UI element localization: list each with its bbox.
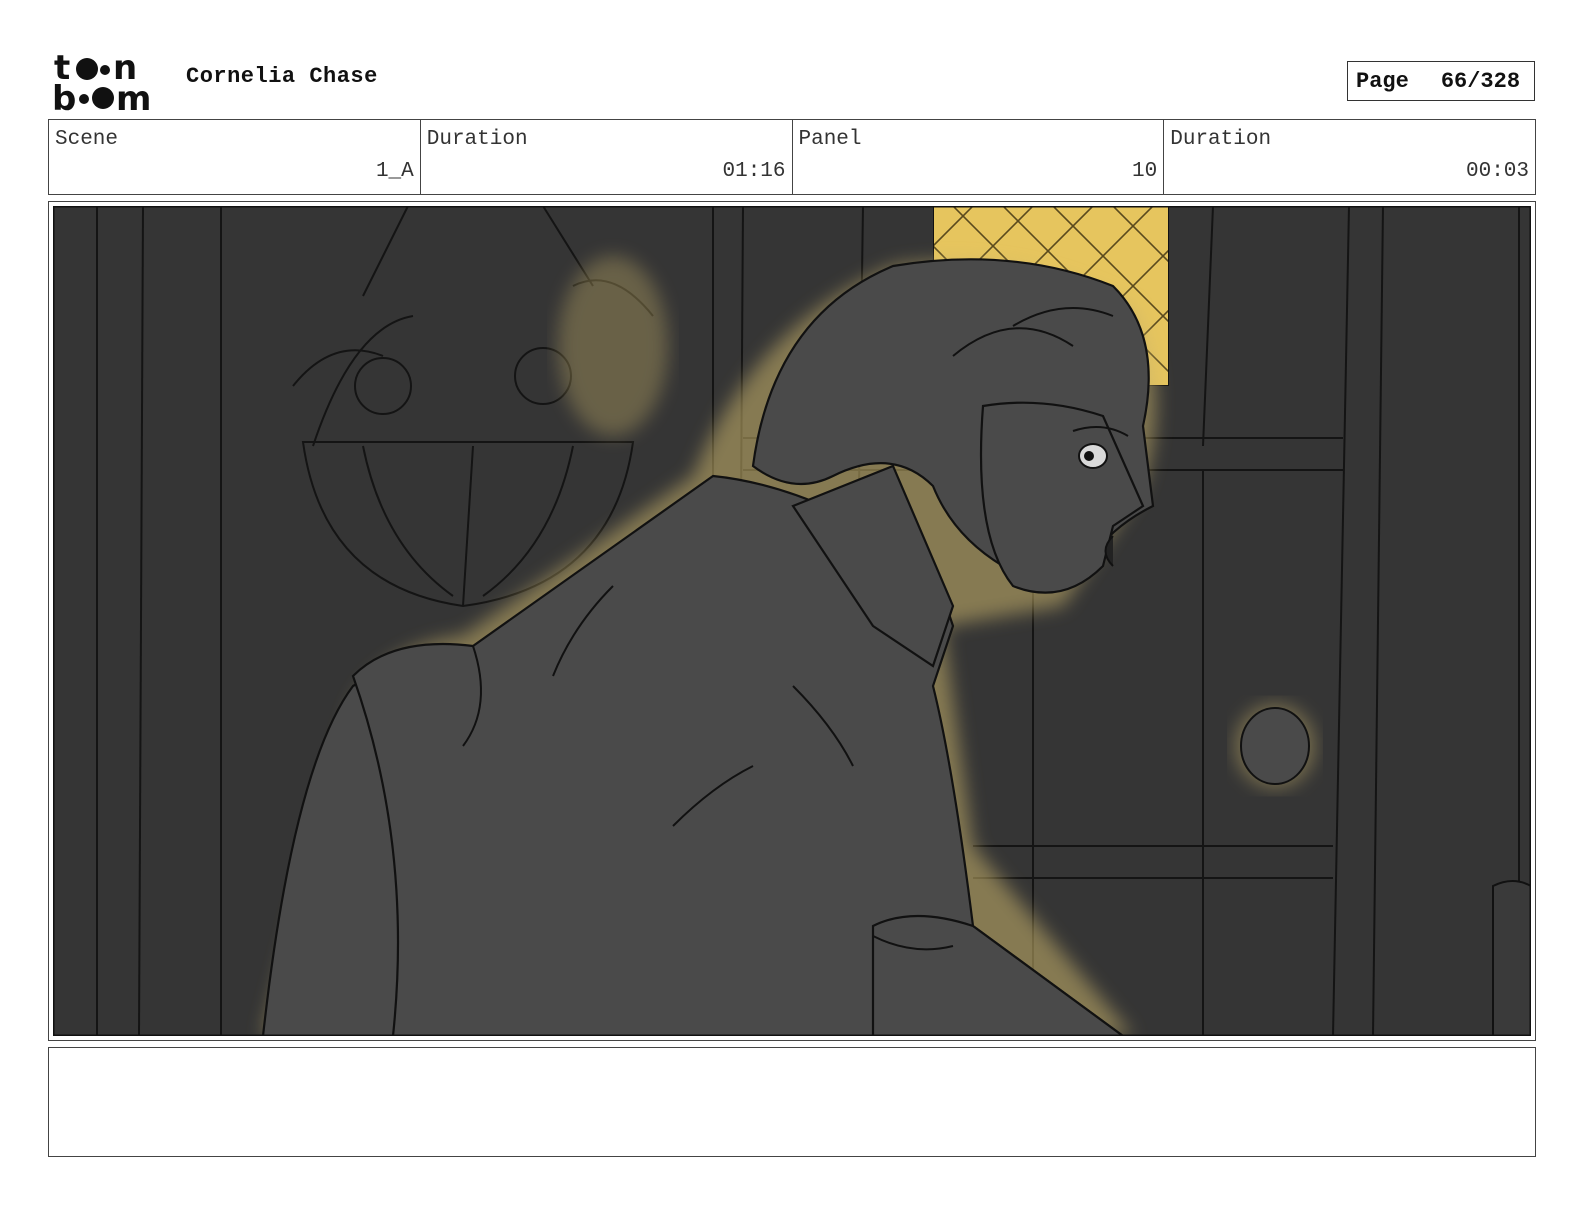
- barrel: [1492, 880, 1531, 1036]
- panel-duration-label: Duration: [1170, 128, 1272, 151]
- page-number: 66/328: [1440, 68, 1521, 94]
- scene-value: 1_A: [375, 160, 414, 183]
- toonboom-logo: t n b m: [52, 50, 151, 112]
- svg-text:b: b: [52, 79, 76, 112]
- panel-duration-cell: Duration 00:03: [1164, 120, 1535, 194]
- plant-glow: [558, 256, 668, 436]
- page-label: Page: [1356, 68, 1409, 94]
- panel-value: 10: [1132, 160, 1158, 183]
- scene-duration-cell: Duration 01:16: [421, 120, 793, 194]
- door-knob: [1240, 707, 1310, 785]
- scene-label: Scene: [55, 128, 119, 151]
- scene-cell: Scene 1_A: [49, 120, 421, 194]
- storyboard-panel-image: [53, 206, 1531, 1036]
- panel-label: Panel: [798, 128, 862, 151]
- panel-cell: Panel 10: [793, 120, 1165, 194]
- scene-duration-label: Duration: [426, 128, 528, 151]
- svg-text:m: m: [116, 79, 151, 112]
- project-title: Cornelia Chase: [186, 64, 378, 89]
- panel-notes-box: [48, 1047, 1536, 1157]
- panel-info-table: Scene 1_A Duration 01:16 Panel 10 Durati…: [48, 119, 1536, 195]
- scene-duration-value: 01:16: [722, 160, 786, 183]
- page-indicator: Page 66/328: [1347, 61, 1535, 101]
- panel-duration-value: 00:03: [1465, 160, 1529, 183]
